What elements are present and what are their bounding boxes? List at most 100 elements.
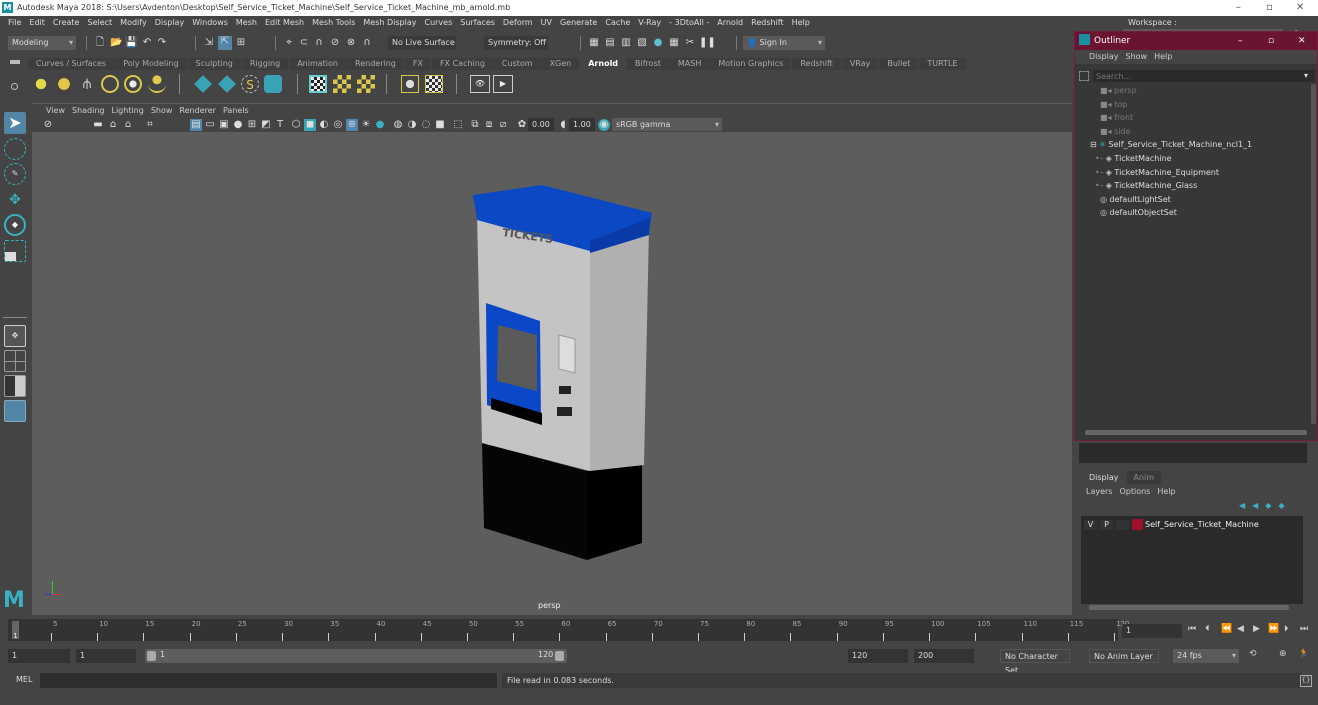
vertical-scrollbar[interactable]	[1311, 84, 1316, 424]
range-end-handle[interactable]	[555, 651, 564, 661]
menu-item[interactable]: Select	[87, 18, 112, 27]
workspace-selector[interactable]: Workspace :Maya Classic* 🔒	[1120, 17, 1318, 41]
render-view-icon[interactable]	[309, 75, 327, 93]
end-time-field[interactable]: 200	[914, 649, 974, 663]
backface-icon[interactable]: ⧄	[497, 119, 509, 131]
menu-item[interactable]: Create	[53, 18, 80, 27]
move-tool-icon[interactable]: ✥	[4, 189, 26, 211]
outliner-item[interactable]: ■◂ top	[1100, 98, 1127, 111]
exposure-icon[interactable]: ✿	[516, 119, 528, 131]
select-hierarchy-icon[interactable]: ⇲	[203, 37, 215, 49]
gate-mask-icon[interactable]: ●	[232, 119, 244, 131]
collapse-icon[interactable]: ⊟	[1090, 140, 1099, 149]
viewport-3d[interactable]: TICKETS persp	[32, 103, 1072, 615]
ticket-machine-model[interactable]: TICKETS	[32, 103, 1072, 615]
horizontal-scrollbar[interactable]	[1089, 605, 1289, 610]
go-to-start-icon[interactable]: ⏮	[1188, 624, 1196, 634]
sign-in-button[interactable]: 👤 Sign In ▾	[743, 36, 825, 50]
two-view-icon[interactable]	[4, 375, 26, 397]
skydome-light-icon[interactable]	[101, 75, 119, 93]
shelf-tab[interactable]: Motion Graphics	[710, 58, 792, 70]
step-back-key-icon[interactable]: ⏪	[1221, 624, 1232, 634]
shelf-collapse-icon[interactable]	[10, 60, 20, 64]
gamma-icon[interactable]: ◖	[557, 119, 569, 131]
step-forward-frame-icon[interactable]: ⏵	[1284, 624, 1289, 634]
outliner-menu-item[interactable]: Show	[1126, 52, 1148, 61]
depth-of-field-icon[interactable]: ■	[434, 119, 446, 131]
range-start-handle[interactable]	[147, 651, 156, 661]
viewport-menu-item[interactable]: Shading	[72, 106, 105, 115]
shelf-tab[interactable]: Rendering	[347, 58, 404, 70]
motion-blur-icon[interactable]: ◑	[406, 119, 418, 131]
mesh-light-icon[interactable]	[55, 75, 73, 93]
outliner-item[interactable]: •– ◈ TicketMachine_Equipment	[1095, 166, 1219, 179]
go-to-end-icon[interactable]: ⏭	[1300, 624, 1308, 634]
snap-live-icon[interactable]: ∩	[361, 37, 373, 49]
safe-action-icon[interactable]: ◩	[260, 119, 272, 131]
snap-curve-icon[interactable]: ⊂	[298, 37, 310, 49]
color-space-dropdown[interactable]: sRGB gamma ▾	[612, 118, 722, 131]
viewport-menu-item[interactable]: Show	[151, 106, 173, 115]
render-frame-icon[interactable]: ▤	[604, 37, 616, 49]
menu-item[interactable]: Modify	[120, 18, 147, 27]
layer-tab[interactable]: Anim	[1126, 471, 1162, 484]
ipr-render-icon[interactable]: ▥	[620, 37, 632, 49]
viewport-menu-item[interactable]: Panels	[223, 106, 249, 115]
area-light-icon[interactable]	[32, 75, 50, 93]
shelf-tab[interactable]: FX	[404, 58, 431, 70]
playback-start-field[interactable]: 1	[76, 649, 136, 663]
anim-layer-dropdown[interactable]: No Anim Layer	[1089, 649, 1159, 663]
command-input[interactable]	[40, 673, 497, 688]
redo-icon[interactable]: ↷	[156, 37, 168, 49]
shelf-tab[interactable]: Bullet	[879, 58, 919, 70]
fps-dropdown[interactable]: 24 fps ▾	[1173, 649, 1239, 663]
render-view-icon[interactable]: ▧	[636, 37, 648, 49]
chevron-down-icon[interactable]: ▾	[1304, 71, 1308, 80]
pause-icon[interactable]: ❚❚	[699, 37, 716, 49]
snap-surface-icon[interactable]: ⊗	[345, 37, 357, 49]
rotate-tool-icon[interactable]: ◆	[4, 214, 26, 236]
shelf-tab[interactable]: Animation	[289, 58, 346, 70]
layer-name[interactable]: Self_Service_Ticket_Machine	[1145, 520, 1259, 529]
layer-reference-toggle[interactable]	[1116, 520, 1129, 530]
film-gate-icon[interactable]: ▭	[204, 119, 216, 131]
maximize-icon[interactable]: ▫	[1268, 32, 1274, 50]
menu-item[interactable]: File	[8, 18, 21, 27]
maximize-icon[interactable]: ▫	[1266, 0, 1273, 16]
undo-icon[interactable]: ↶	[141, 37, 153, 49]
viewport-menu-item[interactable]: View	[46, 106, 65, 115]
render-icon[interactable]: ▶	[493, 75, 513, 93]
time-slider[interactable]: 5 10 15 20 25 30 35 40 45 50 55 60 65 70 75 80 85 90 95 100…	[0, 618, 1318, 644]
use-lights-icon[interactable]: ☀	[360, 119, 372, 131]
open-scene-icon[interactable]: 📂	[110, 37, 122, 49]
arnold-render-icon[interactable]: ✂	[684, 37, 696, 49]
shelf-tab[interactable]: Redshift	[792, 58, 841, 70]
menu-item[interactable]: Generate	[560, 18, 597, 27]
outliner-menu-item[interactable]: Display	[1089, 52, 1119, 61]
outliner-search-input[interactable]	[1093, 70, 1315, 82]
shader-icon[interactable]	[425, 75, 443, 93]
anti-aliasing-icon[interactable]: ◌	[420, 119, 432, 131]
symmetry-field[interactable]: Symmetry: Off	[484, 36, 548, 50]
step-back-frame-icon[interactable]: ⏴	[1205, 624, 1210, 634]
safe-title-icon[interactable]: T	[274, 119, 286, 131]
outliner-item[interactable]: ◎ defaultObjectSet	[1100, 206, 1177, 219]
xray-joints-icon[interactable]: ⧉	[469, 119, 481, 131]
shelf-tab[interactable]: Poly Modeling	[115, 58, 187, 70]
shelf-tab[interactable]: Rigging	[241, 58, 289, 70]
texture-tx-icon[interactable]	[333, 75, 351, 93]
play-forward-icon[interactable]: ▶	[1253, 624, 1260, 634]
photometric-light-icon[interactable]: ⫛	[78, 75, 96, 93]
volume-icon[interactable]	[264, 75, 282, 93]
four-view-icon[interactable]	[4, 350, 26, 372]
xray-active-icon[interactable]: ⧈	[483, 119, 495, 131]
snap-view-icon[interactable]: ⊘	[329, 37, 341, 49]
animation-preferences-icon[interactable]: 🏃	[1298, 649, 1309, 659]
layer-visibility-toggle[interactable]: V	[1084, 520, 1097, 530]
filter-icon[interactable]	[1079, 71, 1089, 81]
camera-attributes-icon[interactable]: ▬	[92, 119, 104, 131]
auto-key-icon[interactable]: ⊕	[1279, 649, 1287, 659]
script-editor-icon[interactable]: {}	[1300, 675, 1312, 687]
ambient-occlusion-icon[interactable]: ◍	[392, 119, 404, 131]
new-scene-icon[interactable]: 🗋	[94, 37, 106, 49]
